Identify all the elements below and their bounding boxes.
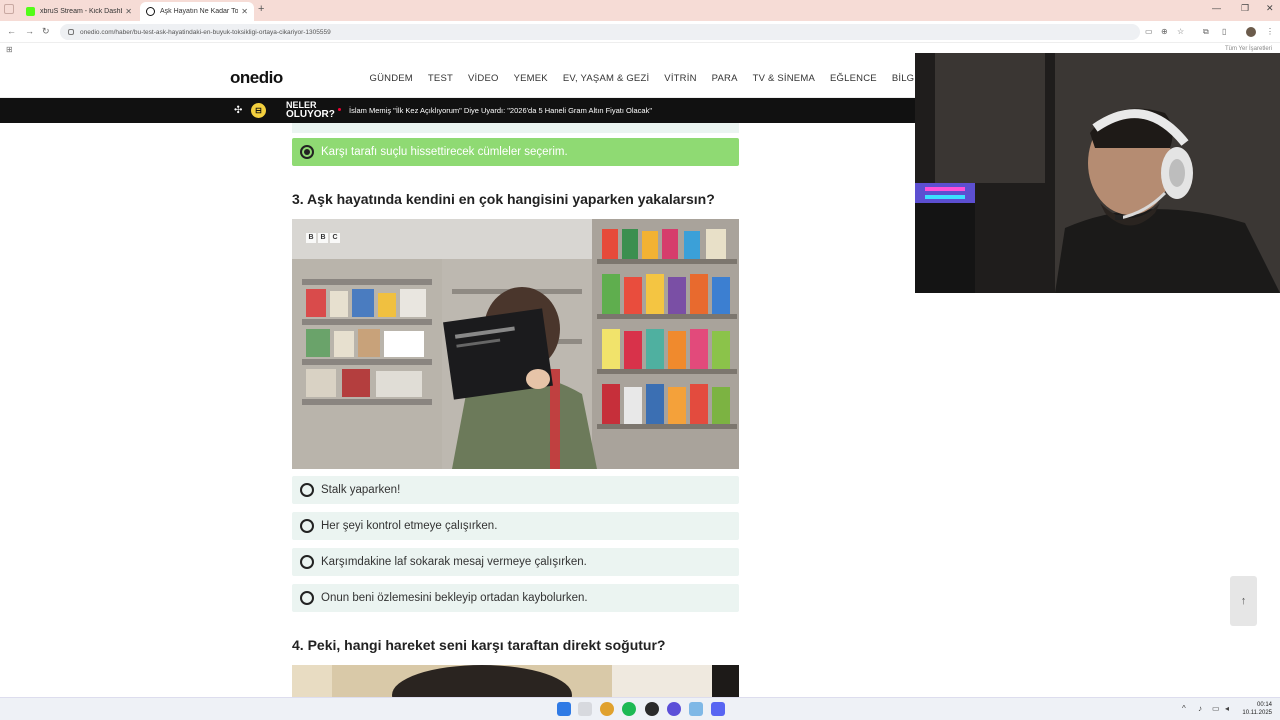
nav-item-ev-yasam-gezi[interactable]: EV, YAŞAM & GEZİ (563, 73, 649, 84)
browser-tab-strip: xbruS Stream - Kick Dashboard ✕ Aşk Haya… (0, 0, 1280, 21)
bbc-letter: C (330, 233, 340, 243)
question-4-image (292, 665, 739, 697)
back-arrow-icon[interactable]: ← (7, 26, 16, 36)
q2-selected-option[interactable]: Karşı tarafı suçlu hissettirecek cümlele… (292, 138, 739, 166)
onedio-favicon-icon (146, 7, 155, 16)
obs-icon[interactable] (645, 702, 659, 716)
profile-avatar[interactable] (1246, 27, 1256, 37)
bbc-letter: B (318, 233, 328, 243)
question-4-title: 4. Peki, hangi hareket seni karşı taraft… (292, 637, 666, 653)
tray-chevron-icon[interactable]: ^ (1182, 704, 1186, 713)
q3-option-3[interactable]: Karşımdakine laf sokarak mesaj vermeye ç… (292, 548, 739, 576)
nav-item-vitrin[interactable]: VİTRİN (664, 73, 696, 84)
cast-icon[interactable]: ▭ (1145, 27, 1153, 36)
option-label: Stalk yaparken! (321, 484, 401, 496)
q3-option-1[interactable]: Stalk yaparken! (292, 476, 739, 504)
bbc-watermark: B B C (306, 233, 340, 243)
network-icon[interactable]: ▭ (1212, 704, 1220, 713)
option-label: Karşımdakine laf sokarak mesaj vermeye ç… (321, 556, 587, 568)
radio-unchecked-icon (300, 555, 314, 569)
browser-toolbar: ← → ↻ onedio.com/haber/bu-test-ask-hayat… (0, 21, 1280, 43)
menu-kebab-icon[interactable]: ⋮ (1266, 27, 1274, 36)
minimize-icon[interactable]: — (1212, 3, 1221, 13)
question-3-image: B B C (292, 219, 739, 469)
sidepanel-icon[interactable]: ▯ (1222, 27, 1226, 36)
bbc-letter: B (306, 233, 316, 243)
url-text: onedio.com/haber/bu-test-ask-hayatindaki… (80, 28, 331, 36)
radio-unchecked-icon (300, 483, 314, 497)
chrome-icon[interactable] (600, 702, 614, 716)
forward-arrow-icon[interactable]: → (25, 26, 34, 36)
extensions-icon[interactable]: ⧉ (1203, 27, 1209, 37)
quiz-content: Karşı tarafı suçlu hissettirecek cümlele… (0, 123, 915, 697)
ticker-headline[interactable]: İslam Memiş "İlk Kez Açıklıyorum" Diye U… (349, 106, 652, 115)
ticker-badge-icon[interactable]: ⊟ (251, 103, 266, 118)
apps-grid-icon[interactable]: ⊞ (6, 45, 13, 54)
news-ticker: ✣ ⊟ NELER OLUYOR? İslam Memiş "İlk Kez A… (0, 98, 915, 123)
close-window-icon[interactable]: ✕ (1266, 3, 1274, 14)
webcam-feed-illustration (915, 53, 1280, 293)
site-logo[interactable]: onedio (230, 68, 283, 88)
option-label: Her şeyi kontrol etmeye çalışırken. (321, 520, 498, 532)
radio-unchecked-icon (300, 591, 314, 605)
q3-option-2[interactable]: Her şeyi kontrol etmeye çalışırken. (292, 512, 739, 540)
scroll-to-top-button[interactable]: ↑ (1230, 576, 1257, 626)
store-scene-illustration (292, 219, 739, 469)
site-info-icon[interactable] (68, 29, 74, 35)
bookmark-star-icon[interactable]: ☆ (1177, 27, 1184, 36)
ticker-label-line2: OLUYOR? (286, 109, 335, 120)
app-icon[interactable] (667, 702, 681, 716)
all-bookmarks-link[interactable]: Tüm Yer İşaretleri (1225, 46, 1272, 52)
restore-icon[interactable]: ❐ (1241, 3, 1249, 14)
tab-onedio-quiz[interactable]: Aşk Hayatın Ne Kadar Toksik B ✕ (140, 2, 254, 21)
zoom-icon[interactable]: ⊕ (1161, 27, 1168, 36)
nav-item-eglence[interactable]: EĞLENCE (830, 73, 877, 84)
close-icon[interactable]: ✕ (125, 7, 132, 16)
radio-unchecked-icon (300, 519, 314, 533)
radio-checked-icon (300, 145, 314, 159)
previous-option-partial[interactable] (292, 123, 739, 133)
nav-item-video[interactable]: VİDEO (468, 73, 499, 84)
ticker-bullet-icon (338, 108, 341, 111)
address-bar[interactable]: onedio.com/haber/bu-test-ask-hayatindaki… (60, 24, 1140, 40)
kick-favicon-icon (26, 7, 35, 16)
close-icon[interactable]: ✕ (241, 7, 248, 16)
clock-date: 10.11.2025 (1242, 710, 1272, 716)
nav-item-gundem[interactable]: GÜNDEM (370, 73, 413, 84)
ticker-label: NELER OLUYOR? (286, 101, 335, 120)
site-header: onedio GÜNDEM TEST VİDEO YEMEK EV, YAŞAM… (0, 56, 935, 98)
option-label: Karşı tarafı suçlu hissettirecek cümlele… (321, 146, 568, 158)
question-4-image-preview (292, 665, 739, 697)
option-label: Onun beni özlemesini bekleyip ortadan ka… (321, 592, 588, 604)
reload-icon[interactable]: ↻ (42, 26, 50, 37)
q3-option-4[interactable]: Onun beni özlemesini bekleyip ortadan ka… (292, 584, 739, 612)
new-tab-button[interactable]: + (258, 3, 264, 15)
nav-item-para[interactable]: PARA (712, 73, 738, 84)
categories-grid-icon[interactable]: ✣ (234, 105, 242, 116)
nav-item-tv-sinema[interactable]: TV & SİNEMA (753, 73, 815, 84)
discord-icon[interactable] (711, 702, 725, 716)
nav-item-yemek[interactable]: YEMEK (514, 73, 548, 84)
screen: xbruS Stream - Kick Dashboard ✕ Aşk Haya… (0, 0, 1280, 720)
tab-title: Aşk Hayatın Ne Kadar Toksik B (160, 8, 239, 15)
tab-kick-dashboard[interactable]: xbruS Stream - Kick Dashboard ✕ (20, 2, 138, 21)
microphone-icon[interactable]: ♪ (1198, 704, 1202, 713)
app-icon[interactable] (689, 702, 703, 716)
task-view-icon[interactable] (578, 702, 592, 716)
tab-title: xbruS Stream - Kick Dashboard (40, 8, 122, 15)
spotify-icon[interactable] (622, 702, 636, 716)
tab-search-icon[interactable] (4, 4, 14, 14)
webcam-overlay (915, 53, 1280, 293)
system-clock[interactable]: 00:14 10.11.2025 (1240, 701, 1272, 717)
os-taskbar: ^ ♪ ▭ ◂ 00:14 10.11.2025 (0, 697, 1280, 720)
windows-start-icon[interactable] (557, 702, 571, 716)
question-3-title: 3. Aşk hayatında kendini en çok hangisin… (292, 191, 715, 207)
volume-icon[interactable]: ◂ (1225, 704, 1229, 713)
main-nav: GÜNDEM TEST VİDEO YEMEK EV, YAŞAM & GEZİ… (362, 73, 943, 84)
clock-time: 00:14 (1256, 702, 1272, 708)
nav-item-test[interactable]: TEST (428, 73, 453, 84)
